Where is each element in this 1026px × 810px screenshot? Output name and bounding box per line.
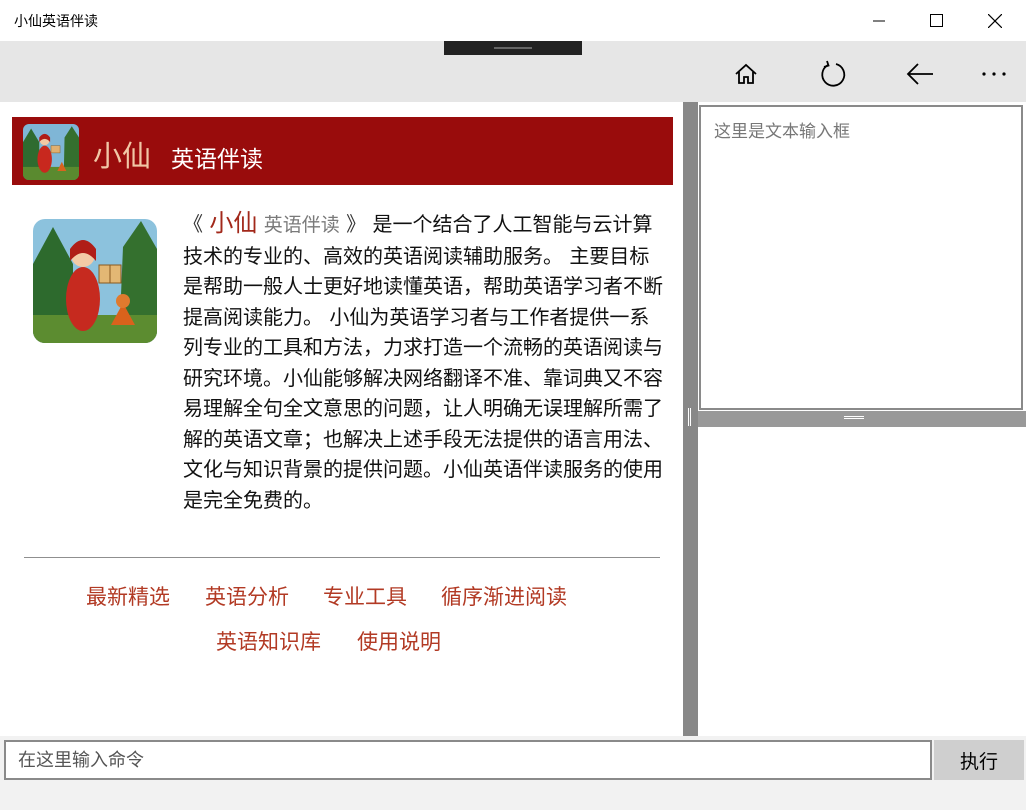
nav-link-graded-reading[interactable]: 循序渐进阅读 bbox=[441, 581, 567, 611]
back-arrow-icon bbox=[906, 63, 933, 85]
quote-open: 《 bbox=[183, 212, 203, 236]
more-button[interactable] bbox=[972, 52, 1016, 96]
command-input[interactable] bbox=[4, 740, 932, 780]
banner-app-name: 小仙 bbox=[93, 139, 152, 173]
quote-close: 》 bbox=[346, 212, 367, 236]
nav-link-tools[interactable]: 专业工具 bbox=[323, 581, 407, 611]
refresh-button[interactable] bbox=[811, 52, 855, 96]
intro-text: 是一个结合了人工智能与云计算技术的专业的、高效的英语阅读辅助服务。 主要目标是帮… bbox=[183, 212, 663, 512]
more-icon bbox=[982, 72, 1006, 76]
back-button[interactable] bbox=[898, 52, 942, 96]
home-icon bbox=[735, 63, 757, 84]
nav-link-analysis[interactable]: 英语分析 bbox=[205, 581, 289, 611]
app-logo bbox=[23, 124, 79, 180]
minimize-button[interactable] bbox=[856, 0, 902, 41]
intro-app-name: 小仙 bbox=[209, 209, 258, 237]
intro-app-subtitle: 英语伴读 bbox=[263, 214, 340, 236]
splitter-grip-icon bbox=[844, 416, 864, 419]
banner-subtitle: 英语伴读 bbox=[171, 147, 263, 173]
execute-button[interactable]: 执行 bbox=[934, 740, 1024, 780]
close-button[interactable] bbox=[972, 0, 1018, 41]
nav-link-knowledge-base[interactable]: 英语知识库 bbox=[216, 626, 321, 656]
horizontal-splitter[interactable] bbox=[698, 411, 1026, 427]
drag-handle-line bbox=[494, 47, 532, 49]
window-title: 小仙英语伴读 bbox=[14, 14, 98, 30]
home-button[interactable] bbox=[724, 52, 768, 96]
text-input-box[interactable] bbox=[699, 105, 1023, 410]
app-illustration bbox=[33, 219, 157, 343]
maximize-icon bbox=[929, 14, 943, 27]
minimize-icon bbox=[873, 20, 885, 21]
splitter-grip-icon bbox=[688, 408, 691, 426]
maximize-button[interactable] bbox=[913, 0, 959, 41]
intro-description: 《 小仙 英语伴读 》 是一个结合了人工智能与云计算技术的专业的、高效的英语阅读… bbox=[183, 208, 667, 515]
output-panel bbox=[698, 427, 1026, 736]
nav-link-latest[interactable]: 最新精选 bbox=[86, 581, 170, 611]
nav-link-help[interactable]: 使用说明 bbox=[357, 626, 441, 656]
refresh-icon bbox=[821, 60, 846, 87]
divider bbox=[24, 557, 660, 558]
close-icon bbox=[988, 13, 1002, 28]
